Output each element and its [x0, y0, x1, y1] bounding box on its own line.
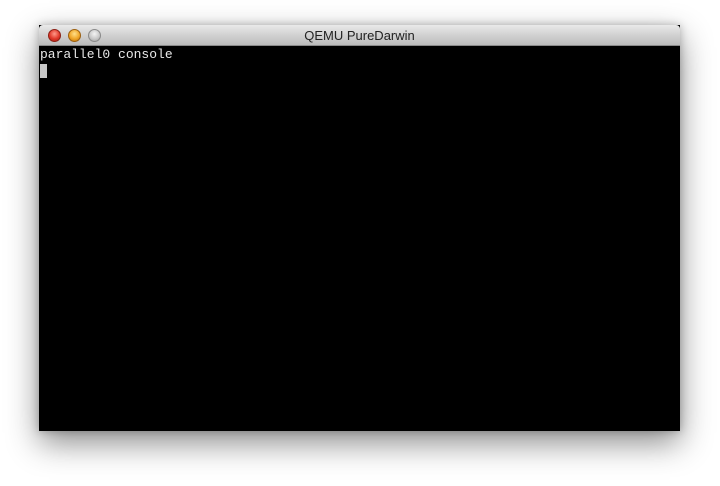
window-titlebar[interactable]: QEMU PureDarwin: [39, 25, 680, 46]
text-cursor: [40, 64, 47, 78]
qemu-window: QEMU PureDarwin parallel0 console: [39, 25, 680, 431]
window-title: QEMU PureDarwin: [304, 28, 415, 43]
console-line: parallel0 console: [40, 47, 173, 62]
console-screen[interactable]: parallel0 console: [39, 46, 680, 431]
